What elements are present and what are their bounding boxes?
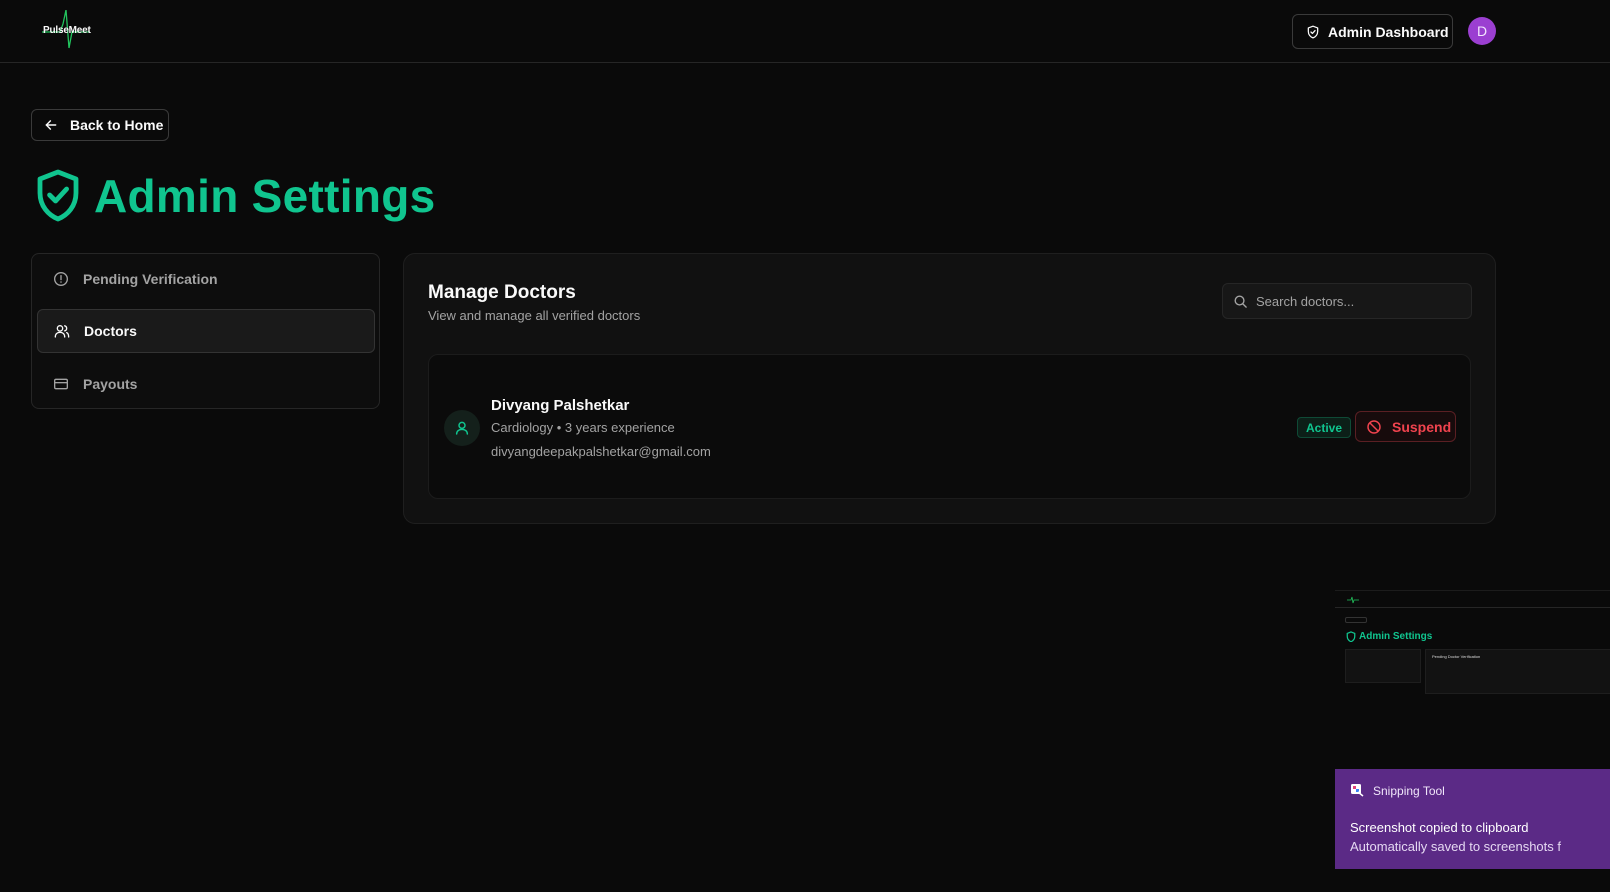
screenshot-thumbnail[interactable]: Admin Settings Pending Doctor Verificati… <box>1335 590 1610 769</box>
pulse-wave-icon <box>1347 596 1359 604</box>
user-icon <box>455 421 469 435</box>
manage-doctors-panel: Manage Doctors View and manage all verif… <box>403 253 1496 524</box>
snipping-tool-toast[interactable]: Snipping Tool Screenshot copied to clipb… <box>1335 769 1610 869</box>
doctor-card: Divyang Palshetkar Cardiology • 3 years … <box>428 354 1471 499</box>
search-doctors-input[interactable] <box>1256 293 1456 309</box>
sidebar-item-label: Pending Verification <box>83 271 218 287</box>
doctor-name: Divyang Palshetkar <box>491 397 630 414</box>
status-badge: Active <box>1297 417 1352 438</box>
settings-sidebar: Pending Verification Doctors Payouts <box>31 253 380 409</box>
toast-message: Screenshot copied to clipboard <box>1350 820 1529 835</box>
page-title-row: Admin Settings <box>34 168 436 224</box>
doctor-email: divyangdeepakpalshetkar@gmail.com <box>491 444 711 459</box>
search-box[interactable] <box>1222 283 1472 319</box>
sidebar-item-label: Doctors <box>84 323 137 339</box>
page-title: Admin Settings <box>94 170 436 222</box>
shield-check-icon <box>1307 25 1319 38</box>
back-to-home-button[interactable]: Back to Home <box>31 109 169 141</box>
admin-dashboard-button[interactable]: Admin Dashboard <box>1292 14 1453 49</box>
suspend-button[interactable]: Suspend <box>1355 411 1456 442</box>
sidebar-item-label: Payouts <box>83 376 138 392</box>
doctor-avatar <box>444 410 480 446</box>
sidebar-item-payouts[interactable]: Payouts <box>37 362 375 406</box>
users-icon <box>54 325 70 338</box>
toast-detail: Automatically saved to screenshots f <box>1350 839 1561 854</box>
snipping-tool-icon <box>1351 784 1364 797</box>
sidebar-item-doctors[interactable]: Doctors <box>37 309 375 353</box>
user-avatar[interactable]: D <box>1468 17 1496 45</box>
pulsemeet-logo[interactable]: PulseMeet <box>42 10 102 50</box>
arrow-left-icon <box>45 120 57 130</box>
sidebar-item-pending-verification[interactable]: Pending Verification <box>37 257 375 301</box>
thumbnail-panel-title: Pending Doctor Verification <box>1432 654 1481 659</box>
doctor-specialty: Cardiology • 3 years experience <box>491 420 675 435</box>
thumbnail-title: Admin Settings <box>1359 631 1433 642</box>
admin-dashboard-label: Admin Dashboard <box>1328 23 1449 40</box>
top-header: PulseMeet Admin Dashboard D <box>0 0 1610 63</box>
suspend-label: Suspend <box>1392 418 1452 435</box>
thumbnail-sidebar <box>1345 649 1421 683</box>
back-to-home-label: Back to Home <box>70 117 164 133</box>
thumbnail-back-button <box>1345 617 1367 623</box>
thumbnail-divider <box>1335 607 1610 608</box>
page: PulseMeet Admin Dashboard D Back to Home… <box>0 0 1610 892</box>
credit-card-icon <box>54 378 68 390</box>
ban-icon <box>1367 419 1381 434</box>
thumbnail-main: Pending Doctor Verification <box>1425 649 1610 694</box>
logo-text: PulseMeet <box>43 25 91 36</box>
shield-check-icon <box>37 169 79 222</box>
alert-circle-icon <box>54 272 68 286</box>
panel-subtitle: View and manage all verified doctors <box>428 308 641 323</box>
search-icon <box>1234 295 1247 308</box>
shield-check-icon <box>1346 631 1356 642</box>
toast-app-name: Snipping Tool <box>1373 784 1445 798</box>
panel-title: Manage Doctors <box>428 282 576 303</box>
